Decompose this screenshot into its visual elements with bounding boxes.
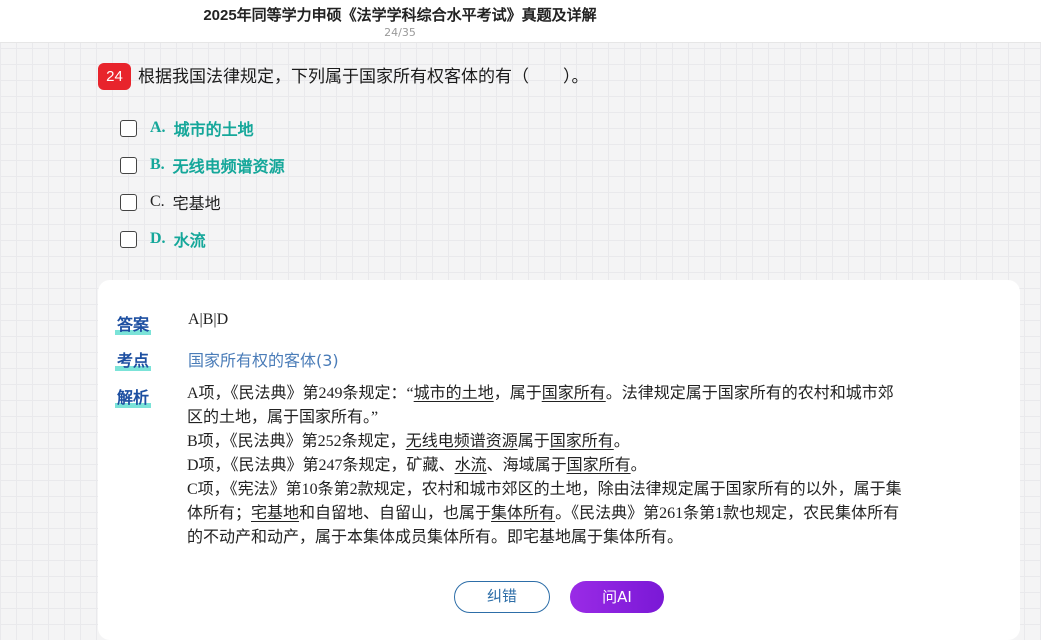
knowledge-point-link[interactable]: 国家所有权的客体(3) [188, 347, 339, 371]
answer-value: A|B|D [188, 311, 229, 328]
analysis-line: B项，《民法典》第252条规定，无线电频谱资源属于国家所有。 [187, 433, 630, 450]
knowledge-point-label: 考点 [115, 347, 152, 371]
analysis-text: A项，《民法典》第249条规定：“城市的土地，属于国家所有。法律规定属于国家所有… [187, 382, 1007, 550]
analysis-label: 解析 [115, 384, 152, 408]
analysis-line: D项，《民法典》第247条规定，矿藏、水流、海域属于国家所有。 [187, 457, 647, 474]
top-header: 2025年同等学力申硕《法学学科综合水平考试》真题及详解 24/35 [0, 0, 1041, 43]
report-error-button[interactable]: 纠错 [454, 581, 550, 613]
option-a-letter: A. [150, 119, 166, 136]
analysis-line: A项，《民法典》第249条规定：“城市的土地，属于国家所有。法律规定属于国家所有… [187, 385, 894, 402]
option-b-letter: B. [150, 156, 165, 173]
question-text: 根据我国法律规定，下列属于国家所有权客体的有（ ）。 [138, 67, 589, 87]
option-b[interactable]: B. 无线电频谱资源 [120, 153, 285, 177]
analysis-line: 区的土地，属于国家所有。” [187, 409, 379, 426]
ask-ai-button[interactable]: 问AI [570, 581, 664, 613]
option-c-checkbox[interactable] [120, 193, 137, 211]
option-a-checkbox[interactable] [120, 119, 137, 137]
option-d-text: 水流 [173, 231, 206, 250]
option-c-letter: C. [150, 193, 165, 210]
option-a[interactable]: A. 城市的土地 [120, 116, 254, 140]
option-b-text: 无线电频谱资源 [172, 157, 285, 176]
option-d[interactable]: D. 水流 [120, 227, 206, 251]
answer-label: 答案 [115, 311, 152, 335]
page-counter: 24/35 [384, 26, 416, 39]
option-b-checkbox[interactable] [120, 156, 137, 174]
document-title: 2025年同等学力申硕《法学学科综合水平考试》真题及详解 [203, 7, 597, 24]
analysis-line: 体所有；宅基地和自留地、自留山，也属于集体所有。《民法典》第261条第1款也规定… [187, 505, 900, 522]
analysis-line: 的不动产和动产，属于本集体成员集体所有。即宅基地属于集体所有。 [187, 529, 684, 546]
option-a-text: 城市的土地 [173, 120, 254, 139]
option-d-letter: D. [150, 230, 166, 247]
analysis-line: C项，《宪法》第10条第2款规定，农村和城市郊区的土地，除由法律规定属于国家所有… [187, 481, 902, 498]
option-c[interactable]: C. 宅基地 [120, 190, 221, 214]
option-c-text: 宅基地 [172, 194, 221, 213]
question-number-badge: 24 [98, 63, 131, 90]
option-d-checkbox[interactable] [120, 230, 137, 248]
